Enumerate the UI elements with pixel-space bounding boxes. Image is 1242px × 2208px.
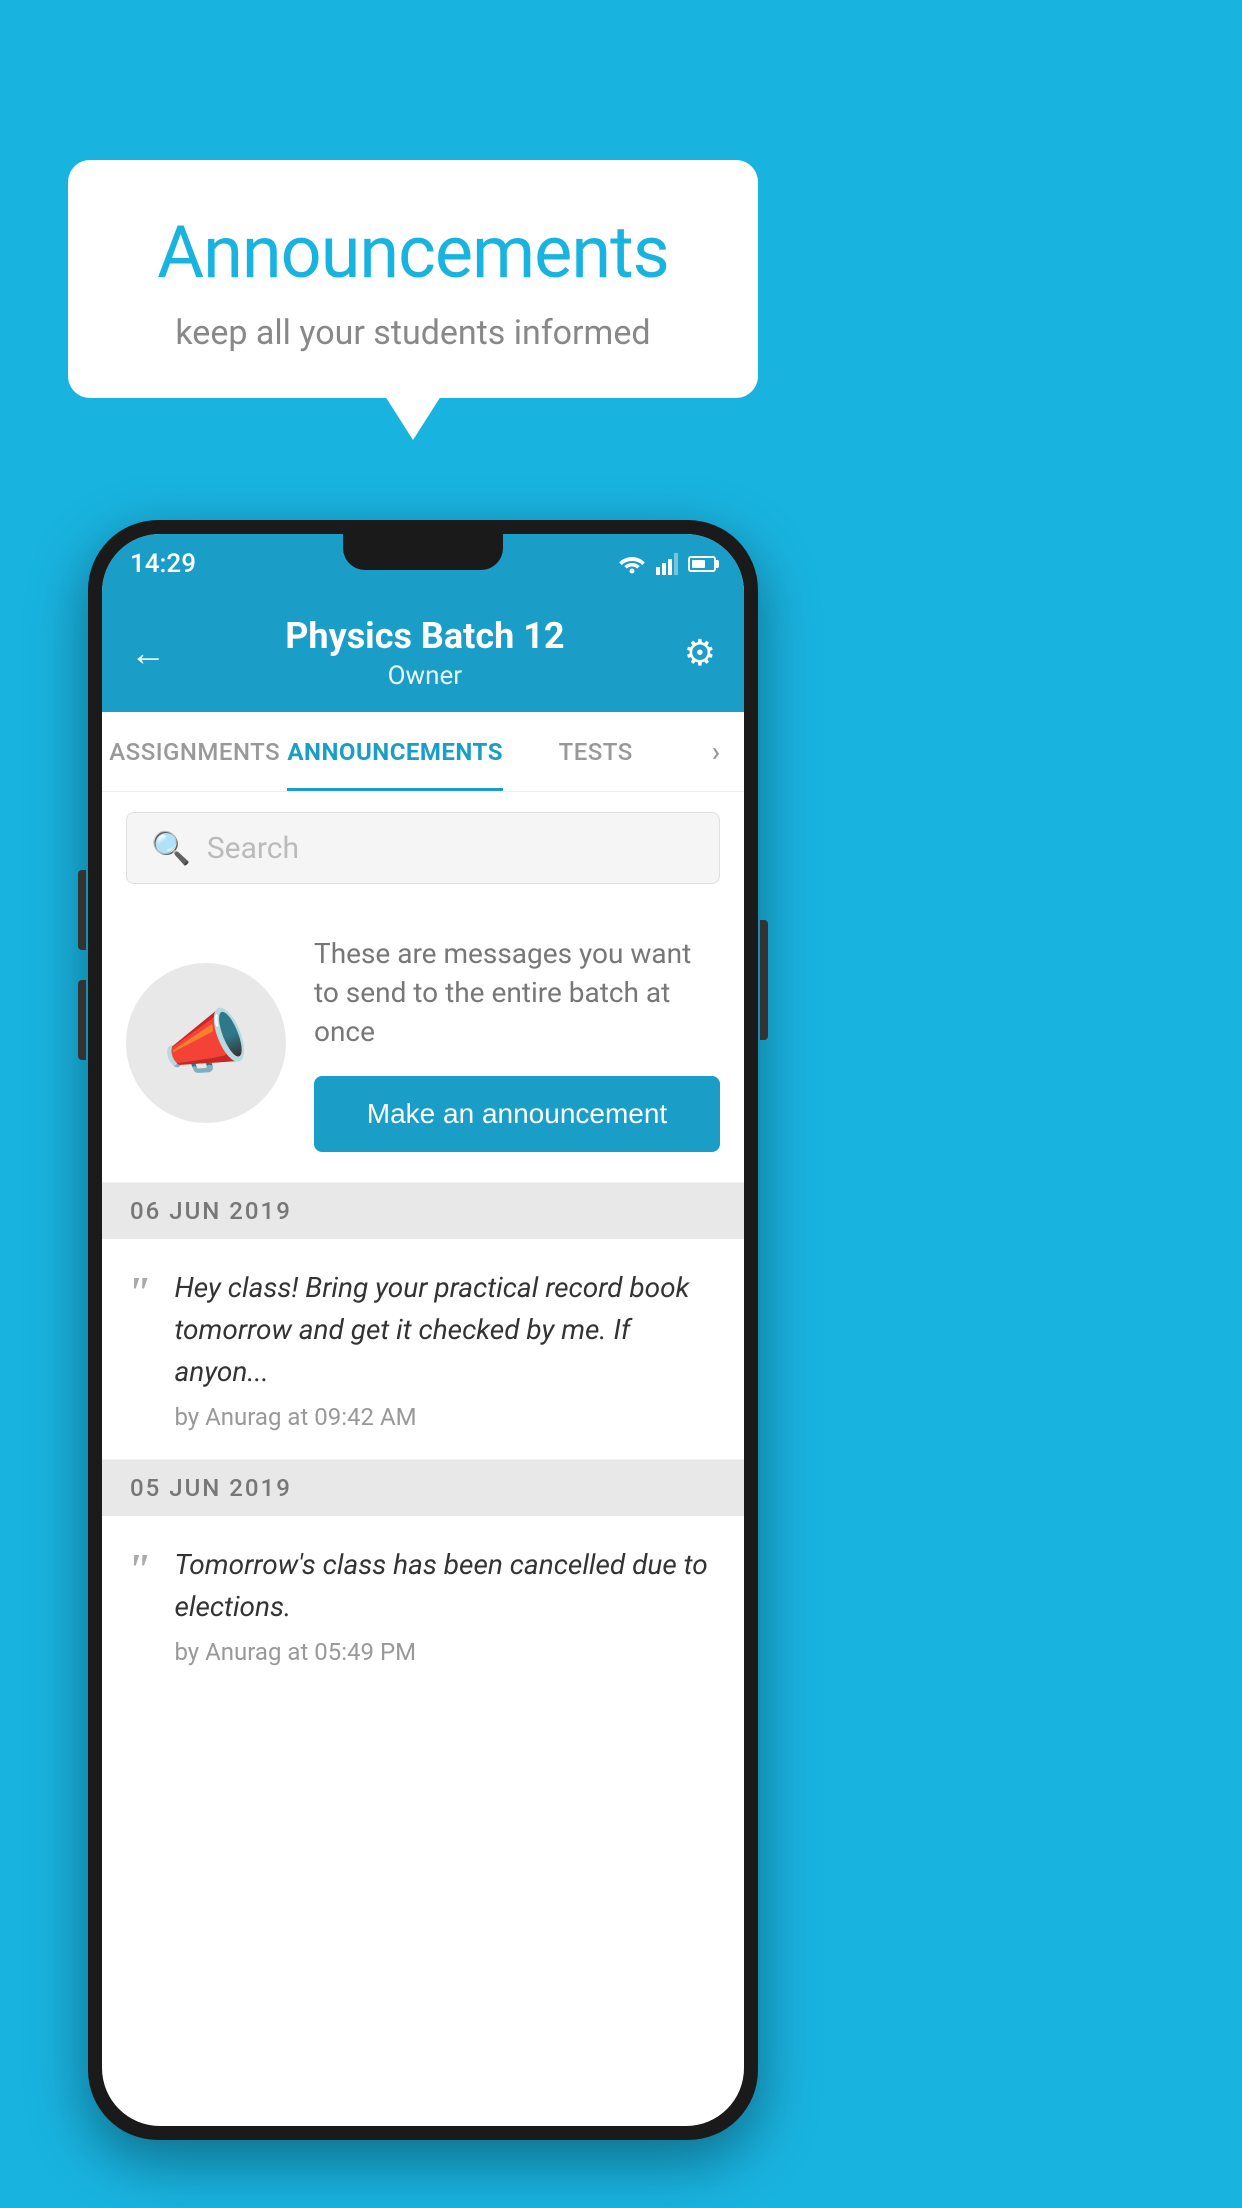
announcement-content-1: Hey class! Bring your practical record b… [174, 1267, 720, 1431]
tab-more[interactable]: › [688, 712, 744, 791]
header-title: Physics Batch 12 [285, 615, 564, 657]
tab-tests[interactable]: TESTS [503, 712, 688, 791]
announcement-content-2: Tomorrow's class has been cancelled due … [174, 1544, 720, 1666]
announcement-item-2: " Tomorrow's class has been cancelled du… [102, 1516, 744, 1694]
gear-icon[interactable]: ⚙ [684, 632, 716, 674]
make-announcement-button[interactable]: Make an announcement [314, 1076, 720, 1152]
tab-announcements[interactable]: ANNOUNCEMENTS [287, 712, 503, 791]
power-button [760, 920, 768, 1040]
tab-assignments[interactable]: ASSIGNMENTS [102, 712, 287, 791]
app-header: ← Physics Batch 12 Owner ⚙ [102, 594, 744, 712]
announcement-item-1: " Hey class! Bring your practical record… [102, 1239, 744, 1460]
promo-description: These are messages you want to send to t… [314, 934, 720, 1052]
wifi-icon [618, 553, 646, 575]
quote-icon-1: " [126, 1271, 150, 1315]
search-container: 🔍 Search [102, 792, 744, 904]
announcement-text-1: Hey class! Bring your practical record b… [174, 1267, 720, 1393]
announcement-promo: 📣 These are messages you want to send to… [102, 904, 744, 1183]
announcement-author-1: by Anurag at 09:42 AM [174, 1403, 720, 1431]
date-divider-2: 05 JUN 2019 [102, 1460, 744, 1516]
speech-bubble-subtitle: keep all your students informed [128, 313, 698, 353]
volume-up-button [78, 980, 86, 1060]
phone-notch [343, 534, 503, 570]
speech-bubble-container: Announcements keep all your students inf… [68, 160, 758, 398]
speech-bubble: Announcements keep all your students inf… [68, 160, 758, 398]
battery-fill [692, 560, 705, 568]
promo-icon-circle: 📣 [126, 963, 286, 1123]
phone-outer: 14:29 [88, 520, 758, 2140]
tabs-bar: ASSIGNMENTS ANNOUNCEMENTS TESTS › [102, 712, 744, 792]
search-icon: 🔍 [151, 829, 191, 867]
speech-bubble-title: Announcements [128, 210, 698, 295]
header-subtitle: Owner [285, 661, 564, 691]
status-time: 14:29 [130, 549, 196, 579]
quote-icon-2: " [126, 1548, 150, 1592]
header-center: Physics Batch 12 Owner [285, 615, 564, 691]
battery-icon [688, 556, 716, 572]
announcement-author-2: by Anurag at 05:49 PM [174, 1638, 720, 1666]
date-divider-1: 06 JUN 2019 [102, 1183, 744, 1239]
back-button[interactable]: ← [130, 632, 166, 674]
search-placeholder: Search [207, 831, 299, 866]
search-bar[interactable]: 🔍 Search [126, 812, 720, 884]
phone-screen: 14:29 [102, 534, 744, 2126]
signal-icon [656, 553, 678, 575]
announcement-text-2: Tomorrow's class has been cancelled due … [174, 1544, 720, 1628]
phone-container: 14:29 [88, 520, 758, 2140]
promo-content: These are messages you want to send to t… [314, 934, 720, 1152]
megaphone-icon: 📣 [162, 1002, 249, 1084]
battery-tip [716, 560, 719, 568]
status-icons [618, 553, 716, 575]
volume-down-button [78, 870, 86, 950]
